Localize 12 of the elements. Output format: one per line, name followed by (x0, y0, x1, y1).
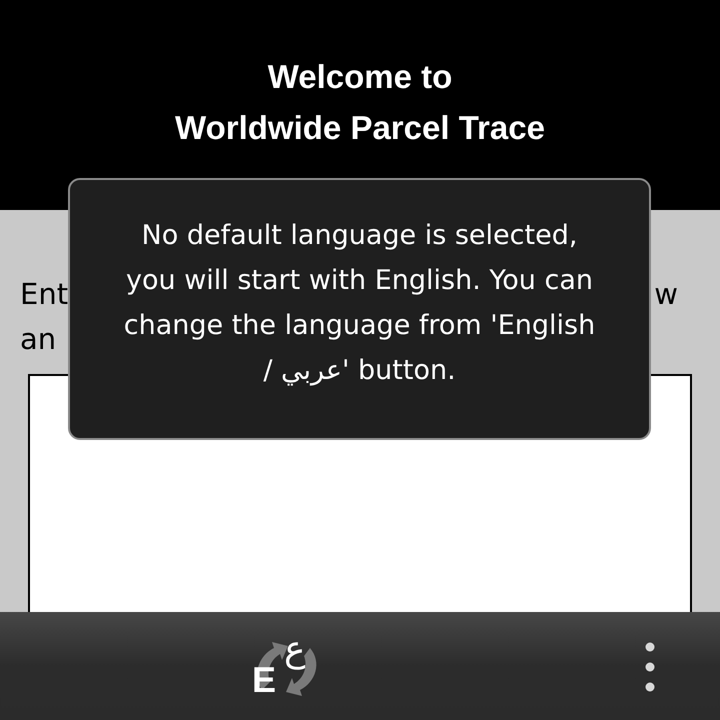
toast-text: you will start with English. You can (126, 264, 593, 298)
instruction-text: w (654, 276, 679, 313)
toast-text: / عربي' button. (263, 354, 456, 388)
instruction-text: an (20, 321, 56, 358)
toast-text: change the language from 'English (124, 309, 596, 343)
welcome-title: Welcome to (268, 57, 452, 97)
toast-text: No default language is selected, (142, 219, 578, 253)
welcome-title: Worldwide Parcel Trace (175, 108, 545, 148)
arabic-letter-label: ع (284, 630, 306, 670)
instruction-text: Ent (20, 276, 68, 313)
latin-letter-label: E (252, 662, 276, 698)
vertical-dots-icon (645, 642, 655, 692)
